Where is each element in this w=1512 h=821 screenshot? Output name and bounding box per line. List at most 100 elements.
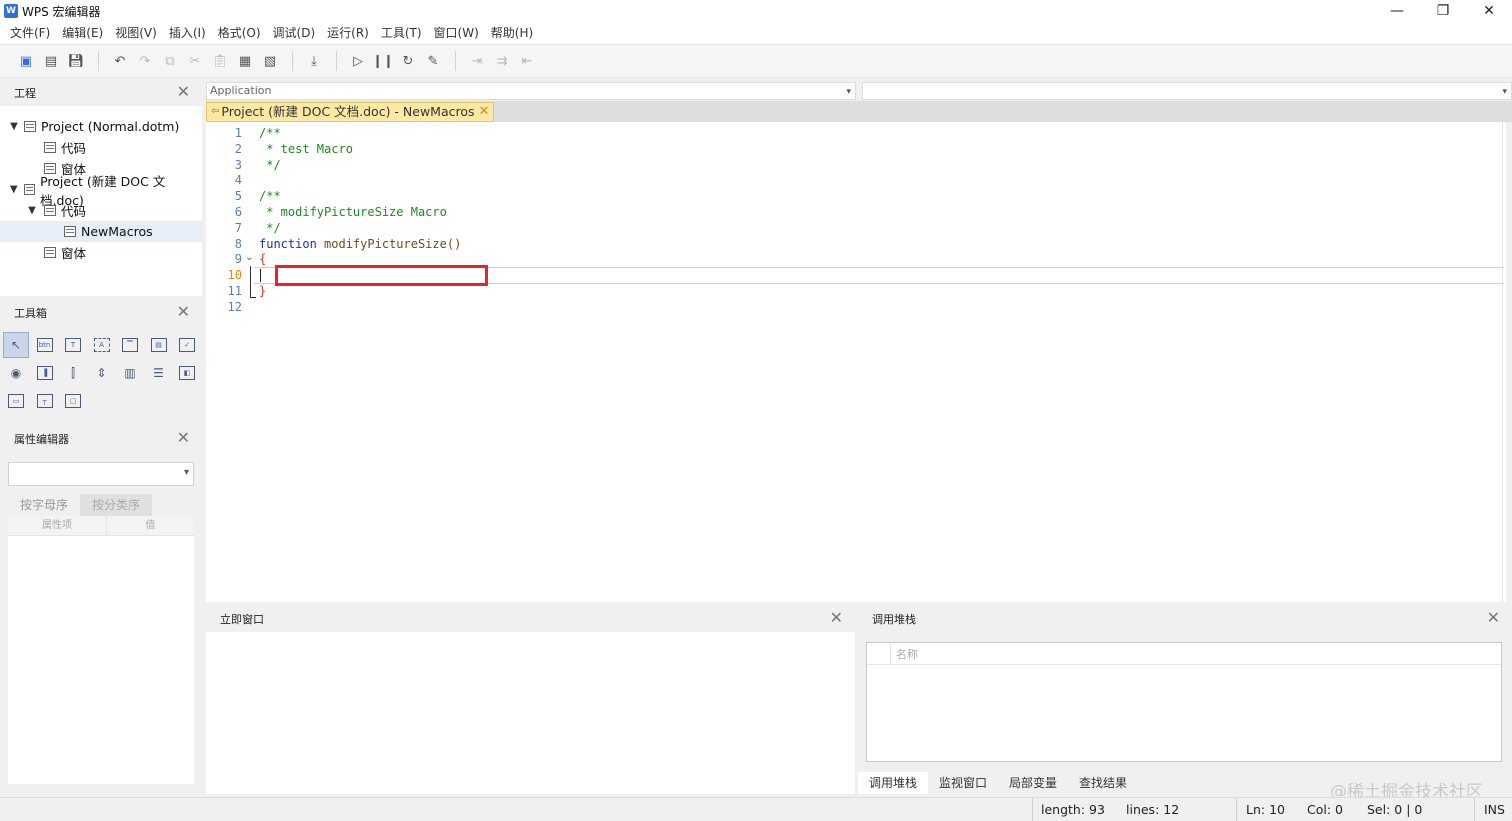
project-icon bbox=[23, 184, 36, 195]
menu-insert[interactable]: 插入(I) bbox=[163, 22, 212, 44]
paste-icon[interactable]: 📋︎ bbox=[208, 49, 232, 73]
tab-alphabetical[interactable]: 按字母序 bbox=[8, 494, 81, 516]
wps-document-icon[interactable]: ▣ bbox=[14, 49, 38, 73]
close-icon[interactable]: ✕ bbox=[1466, 0, 1512, 22]
editor-tab-label: Project (新建 DOC 文档.doc) - NewMacros bbox=[221, 104, 475, 119]
code-editor[interactable]: ⌄ 1 /** 2 * test Macro 3 */ 4 5 /** 6 * modifyP… bbox=[206, 122, 1506, 602]
line-number: 3 bbox=[234, 157, 242, 172]
status-bar: length: 93 lines: 12 Ln: 10 Col: 0 Sel: … bbox=[0, 797, 1512, 821]
property-panel-header: 属性编辑器 ✕ bbox=[0, 426, 202, 452]
step-out-icon[interactable]: ⇤ bbox=[515, 49, 539, 73]
uncomment-block-icon[interactable]: ▧ bbox=[258, 49, 282, 73]
tree-item-forms[interactable]: 窗体 bbox=[0, 242, 202, 263]
tree-item-label: Project (Normal.dotm) bbox=[41, 119, 180, 134]
menu-run[interactable]: 运行(R) bbox=[321, 22, 375, 44]
code-line: } bbox=[259, 284, 267, 298]
expand-caret-icon[interactable]: ▼ bbox=[8, 121, 20, 132]
save-icon[interactable]: 💾︎ bbox=[64, 49, 88, 73]
textbox-tool-icon[interactable]: A bbox=[89, 332, 115, 358]
object-combo-value: Application bbox=[210, 84, 272, 97]
tree-item-newmacros[interactable]: NewMacros bbox=[0, 221, 202, 242]
menu-window[interactable]: 窗口(W) bbox=[428, 22, 485, 44]
design-mode-icon[interactable]: ✎ bbox=[421, 49, 445, 73]
comment-block-icon[interactable]: ▦ bbox=[233, 49, 257, 73]
menu-file[interactable]: 文件(F) bbox=[4, 22, 56, 44]
step-over-icon[interactable]: ⇉ bbox=[490, 49, 514, 73]
expand-caret-icon[interactable]: ▼ bbox=[26, 205, 38, 216]
close-icon[interactable]: ✕ bbox=[1487, 610, 1500, 626]
close-icon[interactable]: ✕ bbox=[177, 430, 190, 446]
step-into-icon[interactable]: ⇥ bbox=[465, 49, 489, 73]
restore-icon[interactable]: ❐ bbox=[1420, 0, 1466, 22]
tab-call-stack[interactable]: 调用堆栈 bbox=[858, 772, 929, 794]
pointer-tool-icon[interactable]: ↖ bbox=[3, 332, 29, 358]
toggle-tool-icon[interactable]: ▥ bbox=[117, 360, 143, 386]
undo-icon[interactable]: ↶ bbox=[108, 49, 132, 73]
close-icon[interactable]: ✕ bbox=[177, 304, 190, 320]
project-icon bbox=[24, 121, 36, 132]
property-table-body bbox=[8, 536, 194, 784]
immediate-window-input[interactable] bbox=[206, 632, 855, 794]
button-group-tool-icon[interactable]: ▭ bbox=[3, 388, 29, 414]
editor-tab-newmacros[interactable]: ⇦ Project (新建 DOC 文档.doc) - NewMacros ✕ bbox=[206, 102, 495, 122]
minimize-icon[interactable]: — bbox=[1374, 0, 1420, 22]
option-button-tool-icon[interactable]: ◉ bbox=[3, 360, 29, 386]
pause-icon[interactable]: ❙❙ bbox=[371, 49, 395, 73]
label-tool-icon[interactable]: T bbox=[60, 332, 86, 358]
menu-help[interactable]: 帮助(H) bbox=[485, 22, 539, 44]
procedure-combo[interactable]: ▾ bbox=[862, 82, 1512, 100]
highlight-box bbox=[275, 265, 488, 286]
tree-item-code[interactable]: 代码 bbox=[0, 137, 202, 158]
menu-tools[interactable]: 工具(T) bbox=[375, 22, 428, 44]
expand-caret-icon[interactable]: ▼ bbox=[8, 184, 20, 195]
image-tool-icon[interactable]: ◧ bbox=[174, 360, 200, 386]
window-controls: — ❐ ✕ bbox=[1374, 0, 1512, 22]
code-line: */ bbox=[259, 157, 281, 172]
tabstrip-tool-icon[interactable]: ┬ bbox=[32, 388, 58, 414]
folder-tool-icon[interactable]: ▢ bbox=[60, 388, 86, 414]
menu-format[interactable]: 格式(O) bbox=[212, 22, 267, 44]
menu-edit[interactable]: 编辑(E) bbox=[56, 22, 109, 44]
scrollbar-tool-icon[interactable]: ⇕ bbox=[89, 360, 115, 386]
close-tab-icon[interactable]: ✕ bbox=[479, 103, 490, 121]
code-line: /** bbox=[259, 189, 281, 204]
command-button-tool-icon[interactable]: btn bbox=[32, 332, 58, 358]
tree-item-project-normal[interactable]: ▼ Project (Normal.dotm) bbox=[0, 116, 202, 137]
tab-find-results[interactable]: 查找结果 bbox=[1068, 772, 1138, 794]
object-select[interactable] bbox=[8, 462, 194, 486]
listbox-tool-icon[interactable]: ▐ bbox=[32, 360, 58, 386]
spin-button-tool-icon[interactable]: ⫿ bbox=[60, 360, 86, 386]
immediate-window-panel: 立即窗口 ✕ bbox=[206, 606, 855, 794]
editor-vscrollbar[interactable] bbox=[1502, 122, 1506, 602]
call-stack-table-header: 名称 bbox=[867, 642, 1501, 665]
checkbox-tool-icon[interactable]: ✓ bbox=[174, 332, 200, 358]
cut-icon[interactable]: ✂ bbox=[183, 49, 207, 73]
run-icon[interactable]: ▷ bbox=[346, 49, 370, 73]
import-icon[interactable]: ⤓ bbox=[302, 49, 326, 73]
tab-locals[interactable]: 局部变量 bbox=[998, 772, 1068, 794]
new-module-icon[interactable]: ▤ bbox=[39, 49, 63, 73]
code-line: { bbox=[259, 252, 267, 267]
tree-item-code[interactable]: ▼ 代码 bbox=[0, 200, 202, 221]
combobox-tool-icon[interactable]: ▤ bbox=[146, 332, 172, 358]
redo-icon[interactable]: ↷ bbox=[133, 49, 157, 73]
line-number: 5 bbox=[234, 189, 242, 204]
object-combo[interactable]: Application ▾ bbox=[206, 82, 856, 100]
menu-debug[interactable]: 调试(D) bbox=[267, 22, 322, 44]
tab-categorized[interactable]: 按分类序 bbox=[80, 494, 153, 516]
menu-view[interactable]: 视图(V) bbox=[109, 22, 163, 44]
close-icon[interactable]: ✕ bbox=[177, 84, 190, 100]
reset-icon[interactable]: ↻ bbox=[396, 49, 420, 73]
line-number: 6 bbox=[234, 205, 242, 219]
multipage-tool-icon[interactable]: ☰ bbox=[146, 360, 172, 386]
close-icon[interactable]: ✕ bbox=[830, 610, 843, 626]
tab-watch[interactable]: 监视窗口 bbox=[928, 772, 998, 794]
fold-toggle-icon[interactable]: ⌄ bbox=[245, 252, 253, 263]
project-tree: ▼ Project (Normal.dotm) 代码 窗体 ▼ Project … bbox=[0, 106, 202, 263]
code-folder-icon bbox=[44, 205, 56, 216]
tree-item-project-doc[interactable]: ▼ Project (新建 DOC 文档.doc) bbox=[0, 174, 202, 208]
call-stack-header: 调用堆栈 ✕ bbox=[858, 606, 1512, 632]
immediate-window-header: 立即窗口 ✕ bbox=[206, 606, 855, 632]
frame-tool-icon[interactable]: ▔ bbox=[117, 332, 143, 358]
copy-icon[interactable]: ⧉ bbox=[158, 49, 182, 73]
